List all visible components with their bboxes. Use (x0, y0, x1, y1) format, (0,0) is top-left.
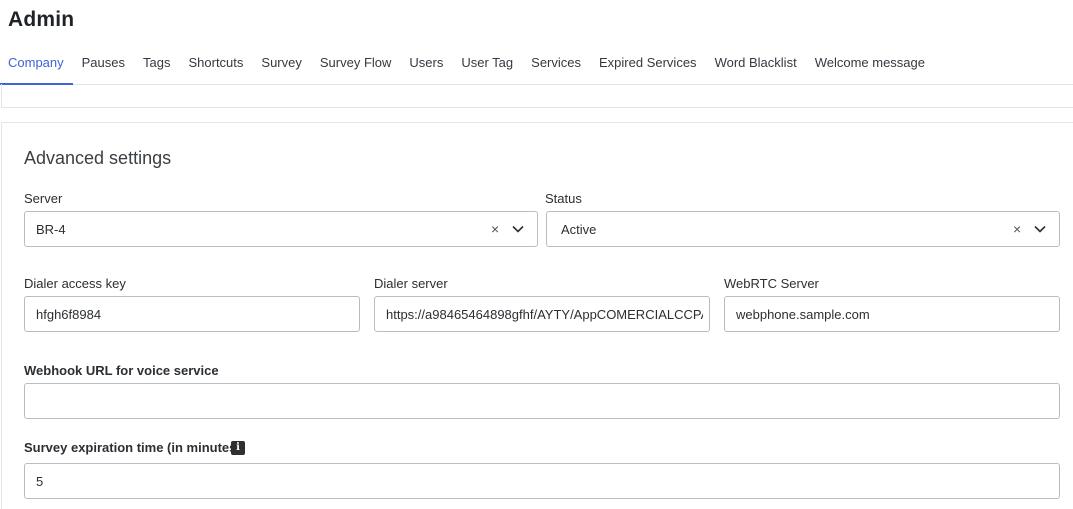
tab-word-blacklist[interactable]: Word Blacklist (706, 44, 806, 85)
survey-expiration-label: Survey expiration time (in minutes) (24, 440, 241, 455)
webhook-label: Webhook URL for voice service (24, 363, 219, 378)
survey-expiration-value: 5 (36, 474, 44, 489)
tab-user-tag[interactable]: User Tag (452, 44, 522, 85)
tab-company[interactable]: Company (0, 44, 73, 85)
dialer-key-input[interactable]: hfgh6f8984 (24, 296, 360, 332)
dialer-server-value: https://a98465464898gfhf/AYTY/AppCOMERCI… (386, 307, 703, 322)
tab-services[interactable]: Services (522, 44, 590, 85)
dialer-server-input[interactable]: https://a98465464898gfhf/AYTY/AppCOMERCI… (374, 296, 710, 332)
section-title: Advanced settings (24, 148, 172, 168)
tab-welcome-message[interactable]: Welcome message (806, 44, 934, 85)
survey-expiration-input[interactable]: 5 (24, 463, 1060, 499)
page-title: Admin (8, 8, 75, 31)
chevron-down-icon[interactable] (1033, 222, 1047, 236)
dialer-key-label: Dialer access key (24, 276, 126, 291)
tab-tags[interactable]: Tags (134, 44, 179, 85)
tab-shortcuts[interactable]: Shortcuts (179, 44, 252, 85)
webrtc-value: webphone.sample.com (736, 307, 870, 322)
webrtc-label: WebRTC Server (724, 276, 819, 291)
advanced-settings-card: Advanced settings Server BR-4 × Status A… (1, 122, 1073, 509)
previous-card-bottom (1, 84, 1073, 108)
tab-survey-flow[interactable]: Survey Flow (311, 44, 401, 85)
info-icon[interactable]: i (231, 441, 245, 455)
clear-icon[interactable]: × (491, 221, 499, 237)
server-label: Server (24, 191, 63, 206)
server-select[interactable]: BR-4 × (24, 211, 538, 247)
chevron-down-icon[interactable] (511, 222, 525, 236)
tab-bar: Company Pauses Tags Shortcuts Survey Sur… (0, 44, 1073, 85)
dialer-key-value: hfgh6f8984 (36, 307, 102, 322)
server-value: BR-4 (36, 222, 66, 237)
webhook-input[interactable] (24, 383, 1060, 419)
tab-expired-services[interactable]: Expired Services (590, 44, 706, 85)
clear-icon[interactable]: × (1013, 221, 1021, 237)
tab-pauses[interactable]: Pauses (73, 44, 134, 85)
dialer-server-label: Dialer server (374, 276, 448, 291)
status-label: Status (545, 191, 582, 206)
webrtc-input[interactable]: webphone.sample.com (724, 296, 1060, 332)
tab-survey[interactable]: Survey (252, 44, 310, 85)
tab-users[interactable]: Users (400, 44, 452, 85)
status-select[interactable]: Active × (546, 211, 1060, 247)
status-value: Active (561, 222, 597, 237)
